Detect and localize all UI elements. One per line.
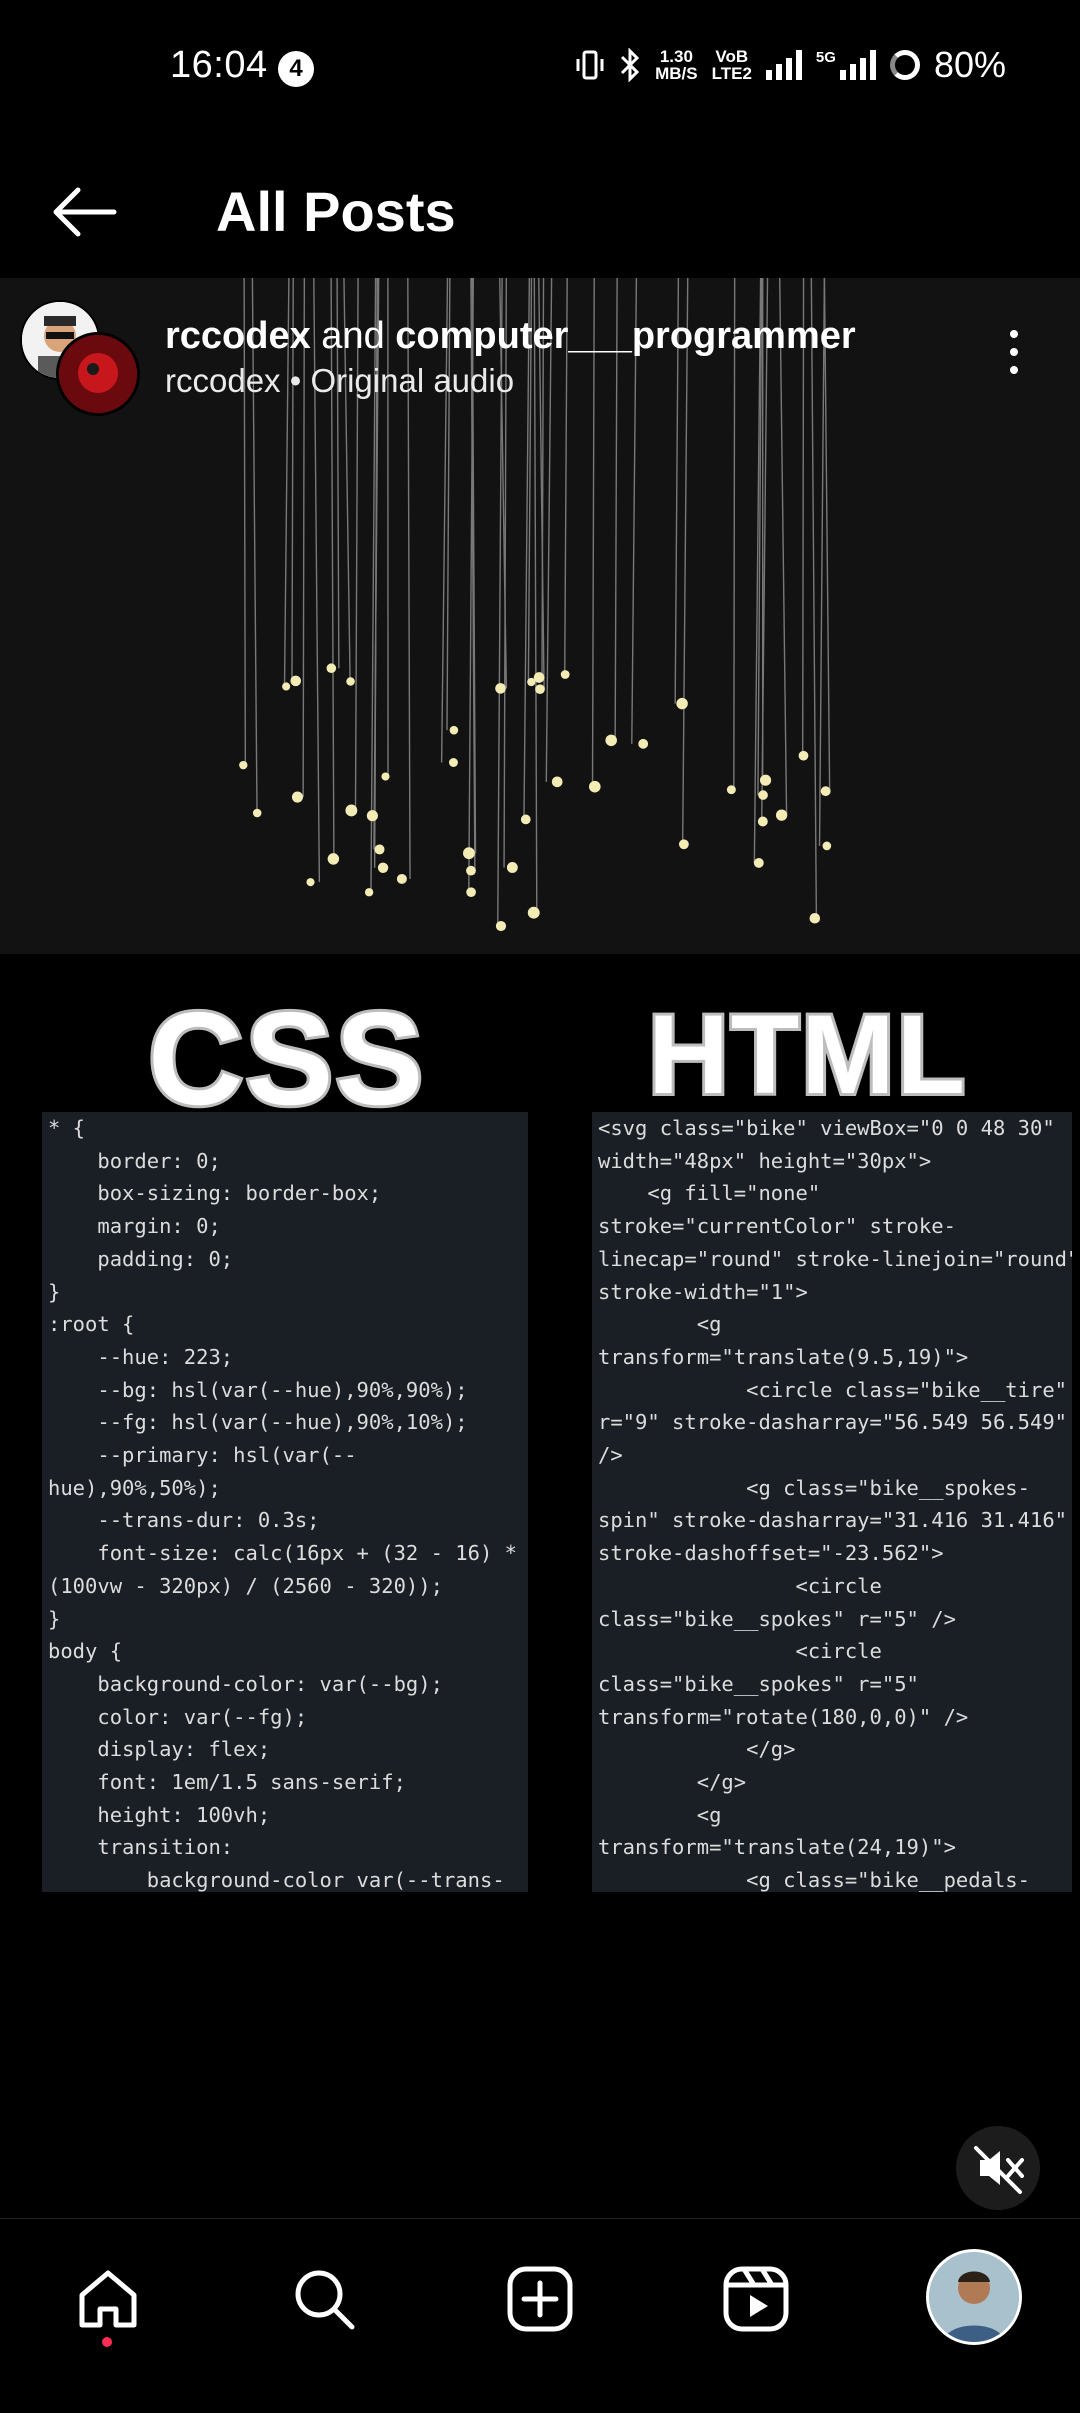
- glow-bead: [727, 785, 736, 794]
- glow-bead: [821, 786, 831, 796]
- bottom-navigation: [0, 2218, 1080, 2413]
- audio-link[interactable]: rccodex • Original audio: [165, 362, 514, 400]
- glow-bead: [754, 858, 764, 868]
- glow-bead: [495, 683, 506, 694]
- glow-bead: [328, 853, 339, 864]
- glow-bead: [345, 805, 357, 817]
- glow-bead: [378, 863, 388, 873]
- vibrate-icon: [575, 49, 605, 81]
- nav-profile-avatar[interactable]: [926, 2249, 1022, 2345]
- glow-bead: [638, 739, 648, 749]
- create-post-icon: [504, 2263, 576, 2335]
- css-code-block: * { border: 0; box-sizing: border-box; m…: [42, 1112, 528, 1892]
- author-name-link[interactable]: rccodex: [165, 315, 311, 357]
- battery-icon: [890, 50, 920, 80]
- nav-reels[interactable]: [720, 2263, 792, 2335]
- glow-bead: [760, 775, 771, 786]
- glow-bead: [466, 887, 476, 897]
- html-code-text: <svg class="bike" viewBox="0 0 48 30" wi…: [598, 1116, 1072, 1892]
- glow-bead: [449, 758, 458, 767]
- glow-bead: [496, 921, 506, 931]
- nav-home[interactable]: [72, 2263, 144, 2335]
- glow-bead: [810, 913, 821, 924]
- glow-bead: [346, 677, 354, 685]
- page-title: All Posts: [216, 162, 456, 262]
- home-icon: [72, 2263, 144, 2335]
- glow-bead: [381, 772, 389, 780]
- glow-bead: [375, 844, 385, 854]
- glow-bead: [466, 866, 476, 876]
- home-active-dot: [102, 2337, 112, 2347]
- app-header: All Posts: [0, 140, 1080, 278]
- glow-bead: [589, 781, 601, 793]
- glow-bead: [679, 839, 689, 849]
- glow-bead: [534, 672, 545, 683]
- notification-count-badge: 4: [278, 51, 314, 87]
- more-vertical-icon: [1000, 330, 1028, 374]
- glow-bead: [239, 761, 247, 769]
- status-bar: 16:04 4 1.30MB/S VoBLTE2 5G 80%: [0, 0, 1080, 140]
- battery-percent: 80%: [934, 44, 1006, 86]
- glow-bead: [561, 670, 570, 679]
- glow-bead: [535, 684, 545, 694]
- glow-bead: [552, 776, 563, 787]
- glow-bead: [253, 809, 262, 818]
- html-title: HTML: [648, 990, 967, 1119]
- collab-author-link[interactable]: computer___programmer: [395, 315, 855, 357]
- glow-bead: [507, 862, 518, 873]
- glow-bead: [450, 726, 459, 735]
- glow-bead: [758, 790, 768, 800]
- search-icon: [288, 2263, 360, 2335]
- glow-bead: [758, 817, 768, 827]
- more-options-button[interactable]: [1000, 330, 1028, 390]
- glow-bead: [365, 888, 373, 896]
- glow-bead: [776, 810, 787, 821]
- profile-avatar: [929, 2252, 1019, 2342]
- reels-icon: [720, 2263, 792, 2335]
- glow-bead: [676, 698, 687, 709]
- volte-indicator: VoBLTE2: [712, 48, 752, 82]
- glow-bead: [463, 847, 475, 859]
- volume-muted-icon: [956, 2126, 1040, 2210]
- data-speed: 1.30MB/S: [655, 48, 698, 82]
- html-code-block: <svg class="bike" viewBox="0 0 48 30" wi…: [592, 1112, 1072, 1892]
- glow-bead: [292, 792, 303, 803]
- glow-bead: [823, 842, 832, 851]
- arrow-left-icon: [48, 176, 120, 248]
- glow-bead: [306, 878, 314, 886]
- status-time: 16:04: [170, 44, 268, 87]
- glow-bead: [521, 815, 531, 825]
- mute-toggle-button[interactable]: [956, 2126, 1040, 2210]
- glow-bead: [799, 751, 809, 761]
- glow-bead: [528, 907, 540, 919]
- author-avatar-secondary[interactable]: [56, 332, 140, 416]
- glow-bead: [282, 682, 290, 690]
- signal-5g-icon: [840, 50, 876, 80]
- glow-bead: [327, 663, 337, 673]
- back-button[interactable]: [48, 176, 120, 248]
- nav-create[interactable]: [504, 2263, 576, 2335]
- post-media[interactable]: CSS HTML * { border: 0; box-sizing: bord…: [0, 278, 1080, 2218]
- glow-bead: [397, 874, 407, 884]
- post-authors: rccodex and computer___programmer: [165, 312, 856, 360]
- post-header: rccodex and computer___programmer rccode…: [0, 278, 1080, 408]
- status-icons: 1.30MB/S VoBLTE2 5G 80%: [575, 44, 1006, 86]
- css-code-text: * { border: 0; box-sizing: border-box; m…: [48, 1116, 517, 1892]
- glow-bead: [605, 735, 617, 747]
- glow-bead: [367, 810, 378, 821]
- bluetooth-icon: [619, 48, 641, 82]
- network-5g-label: 5G: [816, 49, 836, 66]
- nav-search[interactable]: [288, 2263, 360, 2335]
- glow-bead: [290, 676, 301, 687]
- signal-icon: [766, 50, 802, 80]
